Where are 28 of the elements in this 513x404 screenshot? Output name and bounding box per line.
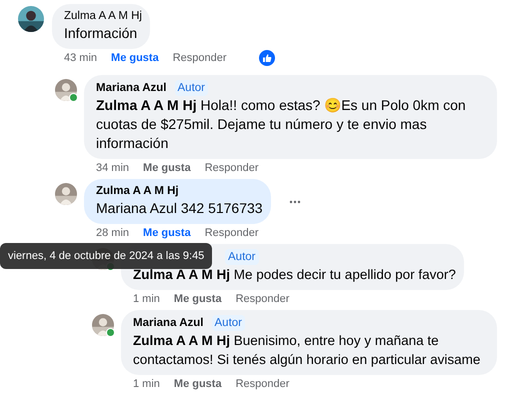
comment-text: Mariana Azul 342 5176733 [96,199,263,218]
like-link[interactable]: Me gusta [174,292,222,304]
comment-time[interactable]: 43 min [64,52,98,64]
author-name[interactable]: Zulma A A M Hj [64,9,142,24]
like-link[interactable]: Me gusta [143,162,191,174]
author-name[interactable]: Zulma A A M Hj [96,184,179,199]
reply-link[interactable]: Responder [204,162,259,174]
author-tag: Autor [225,249,258,265]
reply-link[interactable]: Responder [236,292,290,304]
reply-link[interactable]: Responder [172,52,227,64]
comment-text: Zulma A A M Hj Buenisimo, entre hoy y mañana te contactamos! Si tenés algún horario en particular avisame [133,332,482,369]
comment-time[interactable]: 34 min [96,162,130,174]
comment-text: Zulma A A M Hj Me podes decir tu apellido por favor? [133,266,456,284]
comment-time[interactable]: 1 min [133,378,160,390]
comment-text: Información [64,24,138,43]
author-name[interactable]: Mariana Azul [133,316,204,330]
comment-text: Zulma A A M Hj Hola!! como estas? 😊Es un Polo 0km con cuotas de $275mil. Dejame tu número y te envio mas información [96,96,467,153]
comment-time[interactable]: 28 min [96,226,130,238]
like-link[interactable]: Me gusta [174,378,222,390]
author-tag: Autor [174,80,208,96]
reply-link[interactable]: Responder [236,378,290,390]
author-name[interactable]: Mariana Azul [96,80,167,96]
like-link[interactable]: Me gusta [111,52,159,64]
like-link[interactable]: Me gusta [143,226,191,238]
comment-time[interactable]: 1 min [133,292,160,304]
date-tooltip: viernes, 4 de octubre de 2024 a las 9:45 [0,243,212,269]
author-tag: Autor [212,315,246,331]
reply-link[interactable]: Responder [204,226,259,238]
